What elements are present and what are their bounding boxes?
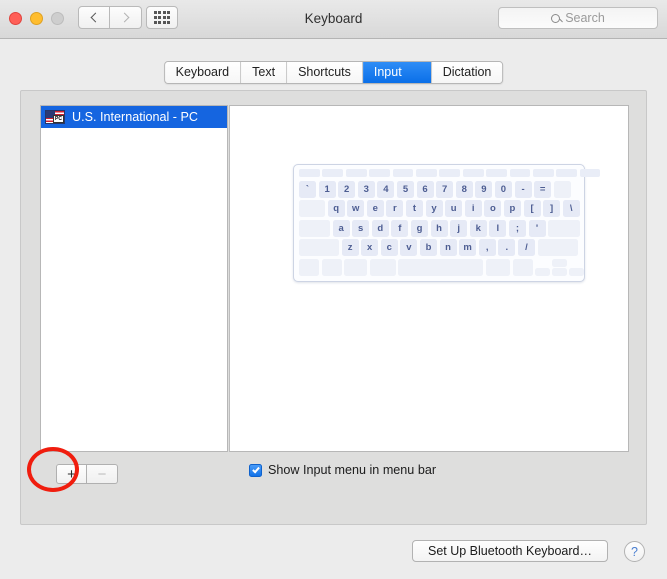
key-a: a xyxy=(332,219,350,237)
key-v: v xyxy=(400,239,418,257)
tab-text[interactable]: Text xyxy=(241,62,288,83)
key-6: 6 xyxy=(416,180,434,198)
key-4: 4 xyxy=(377,180,395,198)
key-backslash: \ xyxy=(562,200,580,218)
arrow-key-cluster xyxy=(535,258,585,276)
key-1: 1 xyxy=(318,180,336,198)
key-2: 2 xyxy=(338,180,356,198)
key-0: 0 xyxy=(494,180,512,198)
search-icon xyxy=(551,13,561,23)
key-option-right xyxy=(512,258,533,276)
input-source-list[interactable]: PC U.S. International - PC xyxy=(40,105,228,452)
tab-dictation[interactable]: Dictation xyxy=(431,62,503,83)
key-shift-right xyxy=(537,239,578,257)
key-tab xyxy=(299,200,325,218)
key-t: t xyxy=(405,200,423,218)
key-backtick: ` xyxy=(299,180,316,198)
key-fn xyxy=(299,258,319,276)
key-shift-left xyxy=(299,239,339,257)
key-h: h xyxy=(430,219,448,237)
key-minus: - xyxy=(514,180,532,198)
input-sources-panel: PC U.S. International - PC ` 1 2 3 4 5 6… xyxy=(20,90,647,525)
search-field[interactable]: Search xyxy=(498,7,658,29)
key-equals: = xyxy=(534,180,552,198)
key-bracket-right: ] xyxy=(543,200,561,218)
key-q: q xyxy=(327,200,345,218)
help-button[interactable]: ? xyxy=(624,541,645,562)
show-input-menu-checkbox[interactable] xyxy=(249,463,262,477)
preference-tabs: Keyboard Text Shortcuts Input Sources Di… xyxy=(163,61,504,84)
tab-keyboard[interactable]: Keyboard xyxy=(164,62,242,83)
key-n: n xyxy=(439,239,457,257)
add-input-source-button[interactable]: + xyxy=(56,464,87,484)
keyboard-layout-preview-pane: ` 1 2 3 4 5 6 7 8 9 0 - = q w e r t y u … xyxy=(229,105,629,452)
key-period: . xyxy=(498,239,516,257)
flag-pc-badge: PC xyxy=(53,115,64,123)
keyboard-row-modifiers xyxy=(299,258,585,276)
key-quote: ' xyxy=(528,219,546,237)
key-8: 8 xyxy=(455,180,473,198)
key-delete xyxy=(553,180,571,198)
input-source-add-remove-group: + − xyxy=(56,464,118,484)
key-s: s xyxy=(352,219,370,237)
key-f: f xyxy=(391,219,409,237)
key-i: i xyxy=(464,200,482,218)
key-caps-lock xyxy=(299,219,330,237)
checkmark-icon xyxy=(251,465,260,473)
key-5: 5 xyxy=(396,180,414,198)
key-9: 9 xyxy=(475,180,493,198)
key-space xyxy=(398,258,484,276)
tab-bar-container: Keyboard Text Shortcuts Input Sources Di… xyxy=(0,39,667,89)
key-arrow-left xyxy=(535,267,551,276)
key-o: o xyxy=(484,200,502,218)
show-input-menu-checkbox-row[interactable]: Show Input menu in menu bar xyxy=(249,463,436,477)
keyboard-layout-graphic: ` 1 2 3 4 5 6 7 8 9 0 - = q w e r t y u … xyxy=(293,164,601,282)
key-arrow-up xyxy=(552,258,568,267)
key-r: r xyxy=(386,200,404,218)
key-y: y xyxy=(425,200,443,218)
key-k: k xyxy=(469,219,487,237)
key-control xyxy=(321,258,342,276)
key-comma: , xyxy=(478,239,496,257)
key-w: w xyxy=(347,200,365,218)
key-j: j xyxy=(450,219,468,237)
key-p: p xyxy=(503,200,521,218)
key-command-right xyxy=(485,258,510,276)
window-titlebar: Keyboard Search xyxy=(0,0,667,39)
show-input-menu-label: Show Input menu in menu bar xyxy=(268,463,437,477)
key-bracket-left: [ xyxy=(523,200,541,218)
keyboard-row-numbers: ` 1 2 3 4 5 6 7 8 9 0 - = xyxy=(299,180,579,198)
key-l: l xyxy=(489,219,507,237)
setup-bluetooth-keyboard-button[interactable]: Set Up Bluetooth Keyboard… xyxy=(412,540,608,562)
key-semicolon: ; xyxy=(508,219,526,237)
tab-shortcuts[interactable]: Shortcuts xyxy=(287,62,363,83)
list-item[interactable]: PC U.S. International - PC xyxy=(41,106,227,128)
keyboard-row-qwerty: q w e r t y u i o p [ ] \ xyxy=(299,200,580,218)
us-flag-pc-icon: PC xyxy=(45,110,65,124)
search-placeholder: Search xyxy=(565,11,605,25)
key-3: 3 xyxy=(357,180,375,198)
key-x: x xyxy=(361,239,379,257)
key-u: u xyxy=(445,200,463,218)
remove-input-source-button: − xyxy=(87,464,118,484)
key-b: b xyxy=(419,239,437,257)
key-m: m xyxy=(459,239,477,257)
keyboard-row-function xyxy=(299,169,601,177)
key-arrow-right xyxy=(569,267,585,276)
key-option-left xyxy=(344,258,368,276)
key-slash: / xyxy=(517,239,535,257)
keyboard-row-bottom-letters: z x c v b n m , . / xyxy=(299,239,579,257)
input-source-label: U.S. International - PC xyxy=(72,110,198,124)
key-7: 7 xyxy=(436,180,454,198)
key-command-left xyxy=(369,258,396,276)
keyboard-row-home: a s d f g h j k l ; ' xyxy=(299,219,581,237)
key-z: z xyxy=(341,239,359,257)
key-d: d xyxy=(371,219,389,237)
tab-input-sources[interactable]: Input Sources xyxy=(362,62,432,83)
key-c: c xyxy=(380,239,398,257)
key-e: e xyxy=(366,200,384,218)
key-return xyxy=(548,219,581,237)
key-g: g xyxy=(410,219,428,237)
key-arrow-down xyxy=(552,267,568,276)
